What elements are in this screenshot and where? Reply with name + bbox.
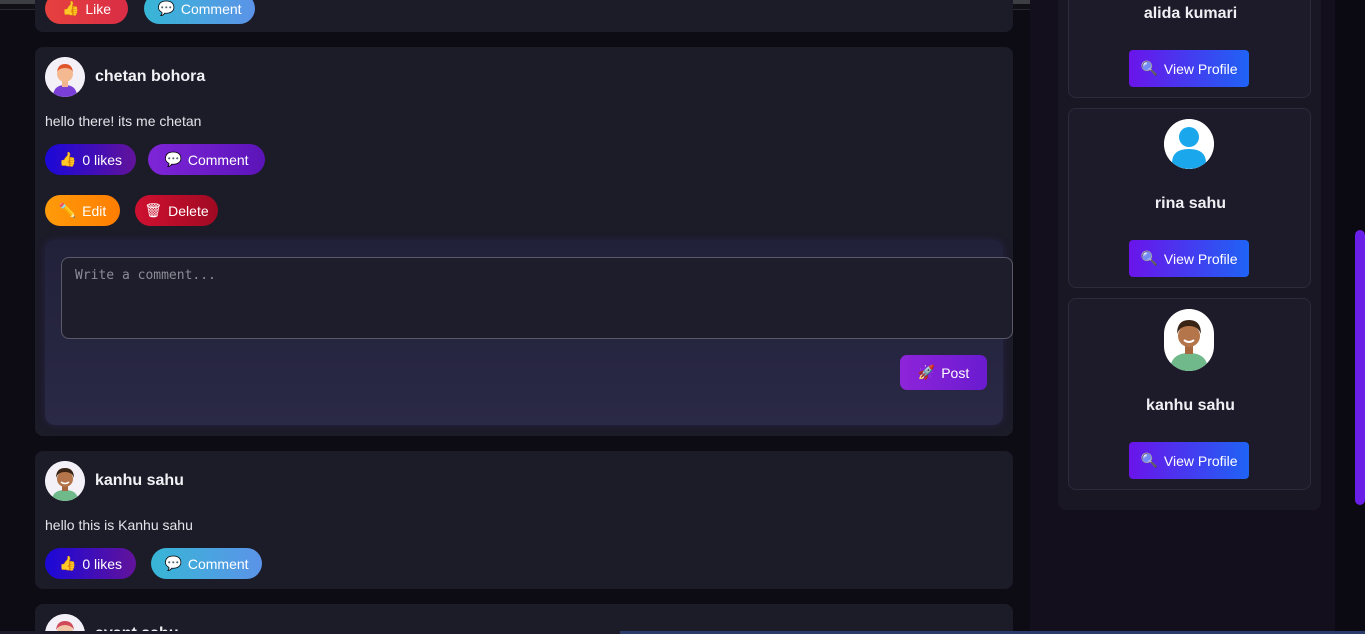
likes-button[interactable]: 👍 0 likes: [45, 144, 136, 175]
avatar[interactable]: [45, 57, 85, 97]
likes-button[interactable]: 👍 0 likes: [45, 548, 136, 579]
user-card: alida kumari 🔍 View Profile: [1068, 0, 1311, 98]
comment-button[interactable]: 💬 Comment: [144, 0, 255, 24]
post-text: hello this is Kanhu sahu: [45, 517, 193, 533]
comment-section: 🚀 Post: [45, 240, 1013, 425]
thumbs-up-icon: 👍: [58, 151, 77, 167]
rocket-icon: 🚀: [917, 364, 936, 380]
post-author[interactable]: kanhu sahu: [95, 472, 184, 490]
avatar: [1164, 119, 1214, 169]
post-card: kanhu sahu hello this is Kanhu sahu 👍 0 …: [35, 451, 1013, 589]
pencil-icon: ✏️: [58, 202, 77, 218]
post-author[interactable]: chetan bohora: [95, 68, 205, 86]
thumbs-up-icon: 👍: [58, 555, 77, 571]
avatar[interactable]: [45, 461, 85, 501]
comment-button[interactable]: 💬 Comment: [151, 548, 262, 579]
user-name: alida kumari: [1143, 5, 1238, 22]
post-card: 👍 Like 💬 Comment: [35, 0, 1013, 32]
scrollbar-thumb[interactable]: [1355, 230, 1365, 505]
user-name: rina sahu: [1154, 195, 1227, 212]
user-avatar-icon: [1164, 309, 1214, 371]
speech-bubble-icon: 💬: [164, 555, 182, 571]
post-feed: 👍 Like 💬 Comment chetan bohora hello the…: [35, 0, 1013, 634]
default-user-icon: [1164, 119, 1214, 169]
magnifier-icon: 🔍: [1140, 60, 1158, 76]
view-profile-button[interactable]: 🔍 View Profile: [1129, 50, 1249, 87]
comment-button[interactable]: 💬 Comment: [148, 144, 265, 175]
view-profile-button[interactable]: 🔍 View Profile: [1129, 442, 1249, 479]
suggested-users-panel: alida kumari 🔍 View Profile rina sahu 🔍 …: [1058, 0, 1321, 510]
avatar: [1164, 309, 1214, 371]
user-avatar-icon: [45, 57, 85, 97]
comment-input[interactable]: [61, 257, 1013, 339]
speech-bubble-icon: 💬: [164, 151, 182, 167]
delete-button[interactable]: 🗑 Delete: [135, 195, 218, 226]
user-card: kanhu sahu 🔍 View Profile: [1068, 298, 1311, 490]
speech-bubble-icon: 💬: [157, 0, 175, 16]
view-profile-button[interactable]: 🔍 View Profile: [1129, 240, 1249, 277]
post-card: avant sahu: [35, 604, 1013, 634]
post-comment-button[interactable]: 🚀 Post: [900, 355, 987, 390]
thumbs-up-icon: 👍: [61, 0, 80, 16]
magnifier-icon: 🔍: [1140, 250, 1158, 266]
trash-icon: 🗑: [144, 202, 163, 218]
post-card: chetan bohora hello there! its me chetan…: [35, 47, 1013, 436]
like-button[interactable]: 👍 Like: [45, 0, 128, 24]
user-name: kanhu sahu: [1146, 397, 1235, 414]
edit-button[interactable]: ✏️ Edit: [45, 195, 120, 226]
user-card: rina sahu 🔍 View Profile: [1068, 108, 1311, 288]
post-text: hello there! its me chetan: [45, 113, 202, 129]
magnifier-icon: 🔍: [1140, 452, 1158, 468]
user-avatar-icon: [45, 461, 85, 501]
